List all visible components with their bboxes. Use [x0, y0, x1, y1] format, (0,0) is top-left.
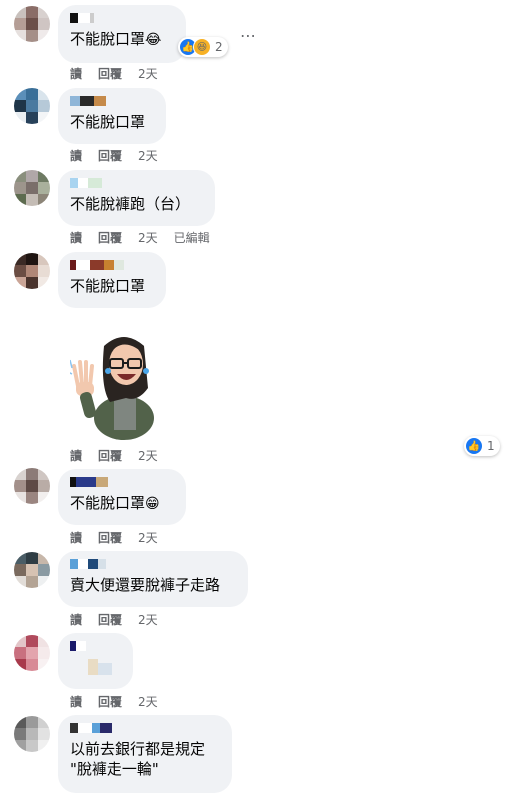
comment-actions: 讀 回覆 2天 [70, 693, 174, 710]
grinning-emoji-icon: 😁 [145, 496, 160, 512]
reply-button[interactable]: 回覆 [98, 611, 122, 628]
comment-text: 以前去銀行都是規定 "脫褲走一輪" [70, 740, 206, 778]
reply-button[interactable]: 回覆 [98, 447, 122, 464]
read-button[interactable]: 讀 [70, 693, 82, 710]
author-name[interactable] [70, 13, 174, 25]
comment-bubble: 不能脫褲跑（台） [58, 170, 215, 226]
timestamp[interactable]: 2天 [138, 693, 158, 710]
author-name[interactable] [70, 477, 174, 489]
author-name[interactable] [70, 641, 121, 653]
timestamp[interactable]: 2天 [138, 611, 158, 628]
reaction-count: 1 [487, 439, 495, 453]
timestamp[interactable]: 2天 [138, 529, 158, 546]
comment-bubble: 賣大便還要脫褲子走路 [58, 551, 248, 607]
read-button[interactable]: 讀 [70, 65, 82, 82]
comment-bubble [58, 633, 133, 689]
comment-bubble: 不能脫口罩 [58, 88, 166, 144]
comment-bubble: 不能脫口罩 [58, 252, 166, 308]
edited-label[interactable]: 已編輯 [174, 229, 210, 246]
comment-actions: 讀 回覆 2天 [70, 529, 174, 546]
read-button[interactable]: 讀 [70, 529, 82, 546]
reply-button[interactable]: 回覆 [98, 529, 122, 546]
reaction-summary[interactable]: 👍 1 [464, 436, 500, 456]
read-button[interactable]: 讀 [70, 611, 82, 628]
avatar[interactable] [14, 170, 50, 206]
author-name[interactable] [70, 723, 220, 735]
avatar[interactable] [14, 716, 50, 752]
author-name[interactable] [70, 96, 154, 108]
reply-button[interactable]: 回覆 [98, 693, 122, 710]
comment-text: 不能脫口罩 [70, 30, 146, 48]
reply-button[interactable]: 回覆 [98, 147, 122, 164]
comment-bubble: 不能脫口罩😂 [58, 5, 186, 63]
comment-bubble: 以前去銀行都是規定 "脫褲走一輪" [58, 715, 232, 793]
timestamp[interactable]: 2天 [138, 65, 158, 82]
more-options-icon[interactable]: ⋯ [240, 26, 257, 45]
author-name[interactable] [70, 178, 203, 190]
avatar[interactable] [14, 88, 50, 124]
comment-text: 不能脫褲跑（台） [70, 195, 191, 213]
timestamp[interactable]: 2天 [138, 147, 158, 164]
reply-button[interactable]: 回覆 [98, 65, 122, 82]
comment-text: 不能脫口罩 [70, 494, 146, 512]
comment-text: 不能脫口罩 [70, 277, 146, 295]
author-name[interactable] [70, 260, 154, 272]
haha-icon: 😆 [193, 38, 211, 56]
reaction-summary[interactable]: 👍 😆 2 [178, 37, 228, 57]
timestamp[interactable]: 2天 [138, 447, 158, 464]
reply-button[interactable]: 回覆 [98, 229, 122, 246]
comment-actions: 讀 回覆 2天 [70, 65, 174, 82]
author-name[interactable] [70, 559, 236, 571]
comment-actions: 讀 回覆 2天 已編輯 [70, 229, 226, 246]
read-button[interactable]: 讀 [70, 147, 82, 164]
comment-actions: 讀 回覆 2天 [70, 447, 174, 464]
read-button[interactable]: 讀 [70, 229, 82, 246]
comment-actions: 讀 回覆 2天 [70, 147, 174, 164]
avatar[interactable] [14, 552, 50, 588]
comment-text: 不能脫口罩 [70, 113, 146, 131]
comment-text: 賣大便還要脫褲子走路 [70, 576, 221, 594]
like-icon: 👍 [466, 438, 482, 454]
reaction-count: 2 [215, 40, 223, 54]
comment-bubble: 不能脫口罩😁 [58, 469, 186, 525]
avatar[interactable] [14, 635, 50, 671]
read-button[interactable]: 讀 [70, 447, 82, 464]
laughing-emoji-icon: 😂 [145, 32, 162, 48]
avatar[interactable] [14, 6, 50, 42]
avatar[interactable] [14, 253, 50, 289]
woman-laughing-waving-sticker [70, 337, 154, 440]
avatar[interactable] [14, 468, 50, 504]
timestamp[interactable]: 2天 [138, 229, 158, 246]
comment-actions: 讀 回覆 2天 [70, 611, 174, 628]
